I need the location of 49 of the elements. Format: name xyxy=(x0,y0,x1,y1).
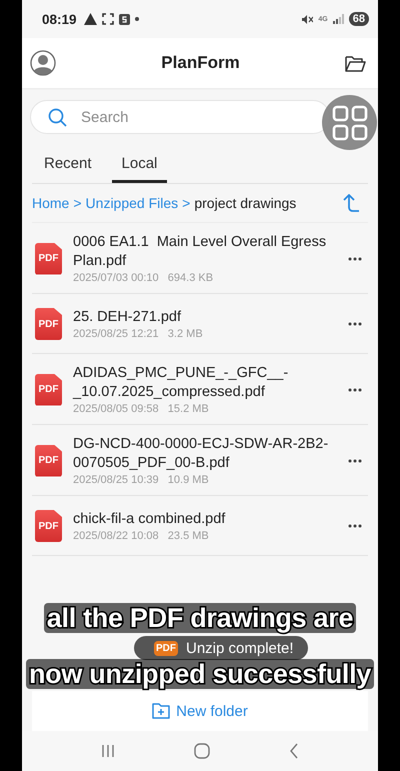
file-details: 2025/07/03 00:10 694.3 KB xyxy=(73,272,214,284)
pdf-file-icon: PDF xyxy=(35,444,62,476)
app-notification-icon xyxy=(118,14,130,24)
tab[interactable]: Local xyxy=(112,146,168,183)
file-details: 2025/08/25 12:21 3.2 MB xyxy=(73,328,204,340)
warning-icon xyxy=(84,13,97,25)
file-name: chick-fil-a combined.pdf xyxy=(73,510,226,529)
file-details: 2025/08/05 09:58 15.2 MB xyxy=(73,403,210,415)
breadcrumb-separator: > xyxy=(73,195,82,211)
file-name: ADIDAS_PMC_PUNE_-_GFC__-_10.07.2025_compressed.pdf xyxy=(73,364,290,402)
home-icon[interactable] xyxy=(194,743,210,759)
file-details: 2025/08/22 10:08 23.5 MB xyxy=(73,530,210,542)
tab[interactable]: Recent xyxy=(34,146,102,183)
pdf-app-icon: PDF xyxy=(154,640,178,656)
breadcrumb-link[interactable]: Unzipped Files xyxy=(86,195,178,211)
battery-level: 68 xyxy=(348,12,369,26)
notification-dot-icon xyxy=(134,17,139,21)
back-icon[interactable] xyxy=(288,743,299,759)
grid-icon xyxy=(332,104,368,140)
more-options-icon[interactable] xyxy=(348,458,362,462)
file-name: 0006 EA1.1 Main Level Overall Egress Plan.pdf xyxy=(73,233,328,271)
mute-icon xyxy=(302,14,314,24)
video-caption: now unzipped successfully xyxy=(26,659,374,689)
pdf-file-icon: PDF xyxy=(35,242,62,274)
video-caption: all the PDF drawings are xyxy=(44,603,356,633)
pdf-file-icon: PDF xyxy=(35,308,62,340)
current-folder: project drawings xyxy=(194,195,296,211)
more-options-icon[interactable] xyxy=(348,524,362,528)
file-details: 2025/08/25 10:39 10.9 MB xyxy=(73,474,210,486)
new-folder-button[interactable]: New folder xyxy=(32,691,368,731)
pdf-file-icon: PDF xyxy=(35,510,62,542)
more-options-icon[interactable] xyxy=(348,256,362,260)
toast-text: Unzip complete! xyxy=(186,640,294,656)
folder-plus-icon xyxy=(152,703,170,719)
avatar-icon[interactable] xyxy=(30,50,56,76)
breadcrumb-separator: > xyxy=(182,195,190,211)
recent-apps-icon[interactable] xyxy=(101,744,116,758)
breadcrumb-link[interactable]: Home xyxy=(32,195,70,211)
file-name: DG-NCD-400-0000-ECJ-SDW-AR-2B2-0070505_PDF_00-B.pdf xyxy=(73,435,330,473)
signal-icon xyxy=(332,14,344,24)
more-options-icon[interactable] xyxy=(348,322,362,326)
pdf-file-icon: PDF xyxy=(35,374,62,406)
search-icon xyxy=(48,108,67,127)
screenshot-icon xyxy=(102,13,114,25)
more-options-icon[interactable] xyxy=(348,388,362,392)
folder-icon[interactable] xyxy=(345,54,366,72)
file-name: 25. DEH-271.pdf xyxy=(73,308,182,327)
app-title: PlanForm xyxy=(160,53,241,73)
clock-time: 08:19 xyxy=(42,12,77,26)
